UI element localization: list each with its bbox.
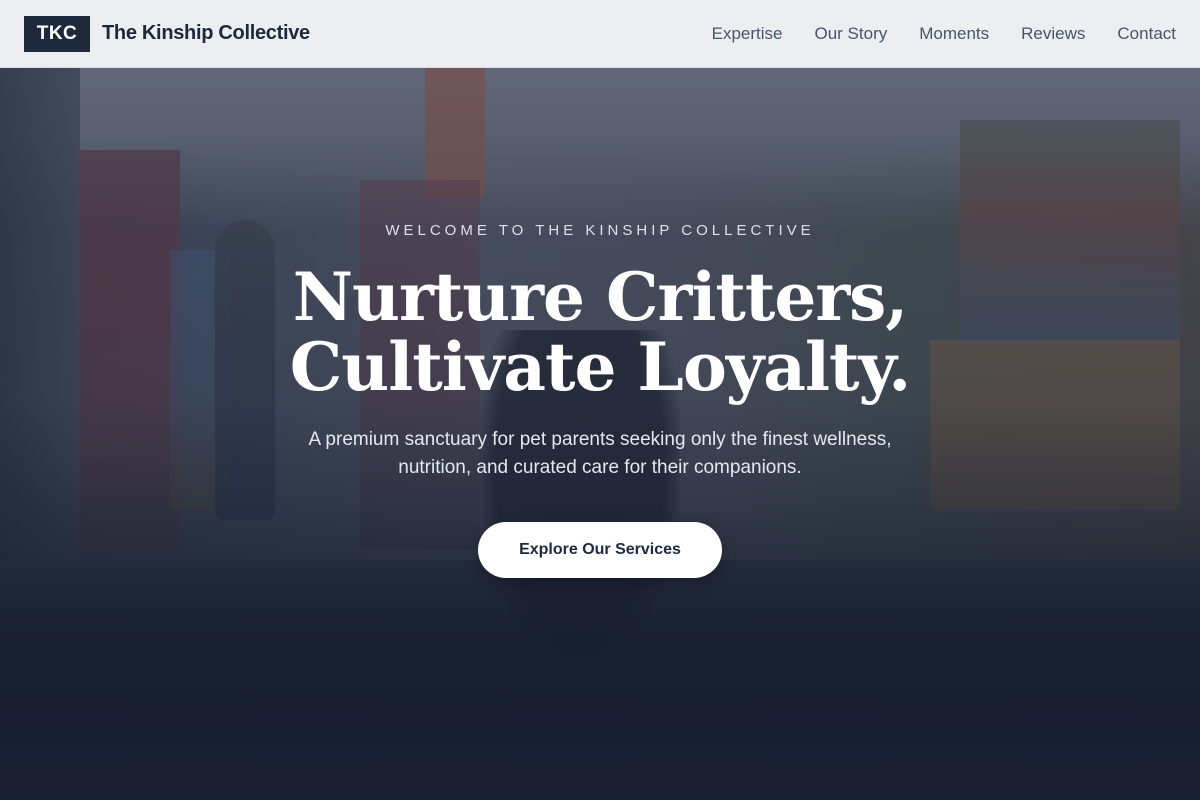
hero-headline-line-2: Cultivate Loyalty. (289, 328, 912, 406)
hero-eyebrow: WELCOME TO THE KINSHIP COLLECTIVE (385, 222, 815, 239)
nav-link-reviews[interactable]: Reviews (1021, 24, 1085, 44)
brand-name: The Kinship Collective (102, 22, 310, 44)
hero-subtitle: A premium sanctuary for pet parents seek… (250, 426, 950, 482)
hero-headline: Nurture Critters, Cultivate Loyalty. (0, 262, 1200, 402)
top-navbar: TKC The Kinship Collective Expertise Our… (0, 0, 1200, 68)
nav-links: Expertise Our Story Moments Reviews Cont… (680, 24, 1176, 44)
hero-subtitle-line-1: A premium sanctuary for pet parents seek… (308, 429, 892, 450)
nav-link-our-story[interactable]: Our Story (814, 24, 887, 44)
brand-logo: TKC (24, 15, 90, 52)
explore-services-button[interactable]: Explore Our Services (478, 522, 722, 578)
landing-page: TKC The Kinship Collective Expertise Our… (0, 0, 1200, 800)
nav-link-expertise[interactable]: Expertise (712, 24, 783, 44)
brand-link[interactable]: TKC The Kinship Collective (24, 15, 310, 52)
hero-subtitle-line-2: nutrition, and curated care for their co… (398, 457, 802, 478)
hero-headline-line-1: Nurture Critters, (292, 258, 909, 336)
hero-section: WELCOME TO THE KINSHIP COLLECTIVE Nurtur… (0, 0, 1200, 800)
nav-link-moments[interactable]: Moments (919, 24, 989, 44)
nav-link-contact[interactable]: Contact (1117, 24, 1176, 44)
